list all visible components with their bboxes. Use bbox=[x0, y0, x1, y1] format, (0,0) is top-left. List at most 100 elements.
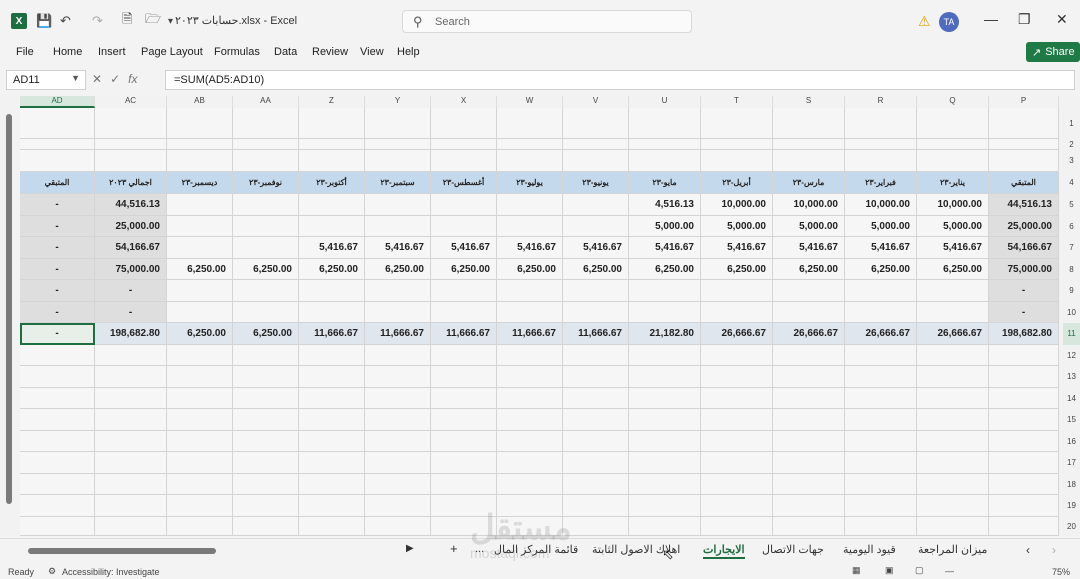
table-cell[interactable] bbox=[989, 474, 1059, 495]
table-cell[interactable] bbox=[917, 150, 989, 172]
menu-file[interactable]: File bbox=[16, 46, 34, 58]
formula-input[interactable]: =SUM(AD5:AD10) bbox=[165, 70, 1075, 90]
table-cell[interactable] bbox=[917, 302, 989, 323]
table-cell[interactable] bbox=[233, 139, 299, 150]
table-cell[interactable]: 5,416.67 bbox=[365, 237, 431, 259]
table-cell[interactable] bbox=[233, 452, 299, 474]
total-cell[interactable]: 11,666.67 bbox=[563, 323, 629, 345]
table-cell[interactable] bbox=[365, 517, 431, 536]
column-header[interactable]: AD bbox=[20, 96, 95, 108]
table-cell[interactable] bbox=[167, 388, 233, 409]
column-title-cell[interactable]: سبتمبر-٢٣ bbox=[365, 172, 431, 194]
table-cell[interactable] bbox=[299, 139, 365, 150]
table-cell[interactable] bbox=[629, 495, 701, 517]
table-cell[interactable]: 10,000.00 bbox=[773, 194, 845, 216]
table-cell[interactable] bbox=[299, 495, 365, 517]
table-cell[interactable]: - bbox=[989, 302, 1059, 323]
total-cell[interactable]: 198,682.80 bbox=[989, 323, 1059, 345]
tab-journal[interactable]: قيود اليومية bbox=[843, 543, 896, 556]
table-cell[interactable]: 5,416.67 bbox=[917, 237, 989, 259]
table-cell[interactable] bbox=[629, 388, 701, 409]
table-cell[interactable] bbox=[167, 431, 233, 452]
table-cell[interactable] bbox=[497, 150, 563, 172]
table-cell[interactable] bbox=[95, 108, 167, 139]
table-cell[interactable] bbox=[701, 517, 773, 536]
table-cell[interactable] bbox=[629, 139, 701, 150]
table-cell[interactable] bbox=[497, 474, 563, 495]
table-cell[interactable] bbox=[20, 517, 95, 536]
table-cell[interactable] bbox=[917, 517, 989, 536]
menu-view[interactable]: View bbox=[360, 46, 384, 58]
table-cell[interactable] bbox=[773, 409, 845, 431]
table-cell[interactable] bbox=[233, 302, 299, 323]
table-cell[interactable] bbox=[845, 495, 917, 517]
table-cell[interactable] bbox=[989, 150, 1059, 172]
column-header[interactable]: S bbox=[773, 96, 845, 108]
row-header[interactable]: 12 bbox=[1063, 345, 1080, 366]
table-cell[interactable] bbox=[365, 302, 431, 323]
table-cell[interactable] bbox=[299, 194, 365, 216]
table-cell[interactable] bbox=[773, 302, 845, 323]
column-header[interactable]: R bbox=[845, 96, 917, 108]
table-cell[interactable] bbox=[701, 474, 773, 495]
table-cell[interactable] bbox=[167, 366, 233, 388]
table-cell[interactable]: - bbox=[20, 302, 95, 323]
table-cell[interactable]: 5,416.67 bbox=[701, 237, 773, 259]
table-cell[interactable] bbox=[20, 345, 95, 366]
add-sheet-icon[interactable]: + bbox=[450, 541, 458, 556]
table-cell[interactable] bbox=[233, 366, 299, 388]
table-cell[interactable] bbox=[773, 366, 845, 388]
table-cell[interactable] bbox=[299, 280, 365, 302]
table-cell[interactable] bbox=[20, 388, 95, 409]
table-cell[interactable] bbox=[629, 150, 701, 172]
table-cell[interactable] bbox=[95, 388, 167, 409]
table-cell[interactable] bbox=[167, 302, 233, 323]
table-cell[interactable] bbox=[167, 409, 233, 431]
table-cell[interactable] bbox=[167, 139, 233, 150]
table-cell[interactable] bbox=[701, 388, 773, 409]
column-title-cell[interactable]: أبريل-٢٣ bbox=[701, 172, 773, 194]
table-cell[interactable]: 6,250.00 bbox=[563, 259, 629, 280]
search-input[interactable]: ⚲ Search bbox=[402, 10, 692, 33]
table-cell[interactable] bbox=[497, 452, 563, 474]
table-cell[interactable] bbox=[95, 409, 167, 431]
minimize-icon[interactable]: — bbox=[984, 11, 998, 27]
table-cell[interactable] bbox=[233, 194, 299, 216]
confirm-entry-icon[interactable]: ✓ bbox=[110, 72, 120, 86]
column-title-cell[interactable]: أكتوبر-٢٣ bbox=[299, 172, 365, 194]
table-cell[interactable] bbox=[431, 194, 497, 216]
menu-home[interactable]: Home bbox=[53, 46, 82, 58]
column-header[interactable]: AC bbox=[95, 96, 167, 108]
table-cell[interactable] bbox=[773, 388, 845, 409]
table-cell[interactable] bbox=[431, 302, 497, 323]
table-cell[interactable]: 75,000.00 bbox=[989, 259, 1059, 280]
table-cell[interactable] bbox=[629, 302, 701, 323]
table-cell[interactable] bbox=[917, 452, 989, 474]
column-header[interactable]: T bbox=[701, 96, 773, 108]
table-cell[interactable] bbox=[167, 474, 233, 495]
insert-function-icon[interactable]: fx bbox=[128, 72, 137, 86]
table-cell[interactable] bbox=[233, 237, 299, 259]
row-header[interactable]: 14 bbox=[1063, 388, 1080, 409]
accessibility-status[interactable]: Accessibility: Investigate bbox=[62, 567, 160, 577]
table-cell[interactable] bbox=[563, 194, 629, 216]
worksheet[interactable]: AD AC AB AA Z Y X W V U T S R Q P 1 2 3 4 5 6 7 8 9 10 11 12 13 14 15… bbox=[0, 96, 1080, 536]
table-cell[interactable] bbox=[917, 108, 989, 139]
row-header[interactable]: 8 bbox=[1063, 259, 1080, 280]
table-cell[interactable] bbox=[365, 216, 431, 237]
table-cell[interactable] bbox=[917, 345, 989, 366]
column-header[interactable]: W bbox=[497, 96, 563, 108]
table-cell[interactable] bbox=[233, 517, 299, 536]
table-cell[interactable]: - bbox=[20, 216, 95, 237]
table-cell[interactable]: 54,166.67 bbox=[989, 237, 1059, 259]
table-cell[interactable]: 6,250.00 bbox=[629, 259, 701, 280]
table-cell[interactable]: - bbox=[20, 237, 95, 259]
table-cell[interactable] bbox=[845, 431, 917, 452]
total-cell[interactable]: 26,666.67 bbox=[845, 323, 917, 345]
column-header[interactable]: Q bbox=[917, 96, 989, 108]
table-cell[interactable] bbox=[365, 108, 431, 139]
table-cell[interactable] bbox=[95, 452, 167, 474]
cancel-entry-icon[interactable]: ✕ bbox=[92, 72, 102, 86]
table-cell[interactable]: 10,000.00 bbox=[701, 194, 773, 216]
normal-view-icon[interactable]: ▦ bbox=[852, 565, 861, 576]
